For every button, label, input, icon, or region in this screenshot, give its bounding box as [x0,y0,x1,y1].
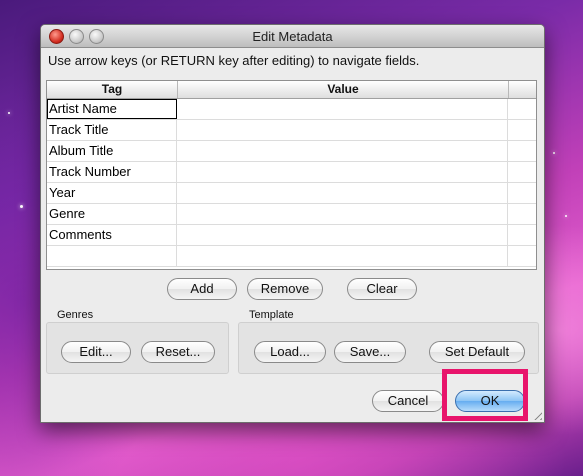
column-header-tag[interactable]: Tag [47,81,178,98]
value-cell[interactable] [177,204,508,224]
window-title: Edit Metadata [252,29,333,44]
edit-genres-button[interactable]: Edit... [61,341,131,363]
table-row[interactable]: Comments [47,225,536,246]
tag-cell[interactable] [47,246,177,266]
desktop-star [553,152,555,154]
table-body: Artist Name Track Title Album Title Trac… [47,99,536,267]
header-spacer [509,81,536,98]
desktop-star [565,215,567,217]
set-default-template-button[interactable]: Set Default [429,341,525,363]
value-cell[interactable] [177,99,508,119]
remove-button[interactable]: Remove [247,278,323,300]
edit-metadata-window: Edit Metadata Use arrow keys (or RETURN … [40,24,545,423]
tag-cell[interactable]: Genre [47,204,177,224]
metadata-table: Tag Value Artist Name Track Title Album … [46,80,537,270]
table-row[interactable]: Album Title [47,141,536,162]
desktop-star [8,112,10,114]
desktop-star [20,205,23,208]
tag-cell[interactable]: Album Title [47,141,177,161]
template-group-label: Template [249,309,294,321]
table-row[interactable]: Year [47,183,536,204]
add-button[interactable]: Add [167,278,237,300]
column-header-value[interactable]: Value [178,81,509,98]
save-template-button[interactable]: Save... [334,341,406,363]
ok-button-highlight [442,369,528,421]
table-row[interactable] [47,246,536,267]
cancel-button[interactable]: Cancel [372,390,444,412]
value-cell[interactable] [177,225,508,245]
resize-grip[interactable] [531,409,542,420]
genres-group-label: Genres [57,309,94,321]
table-row[interactable]: Genre [47,204,536,225]
value-cell[interactable] [177,141,508,161]
table-row[interactable]: Track Title [47,120,536,141]
title-bar[interactable]: Edit Metadata [41,25,544,48]
value-cell[interactable] [177,120,508,140]
value-cell[interactable] [177,183,508,203]
tag-cell[interactable]: Track Number [47,162,177,182]
reset-genres-button[interactable]: Reset... [141,341,215,363]
value-cell[interactable] [177,162,508,182]
tag-cell[interactable]: Year [47,183,177,203]
instruction-text: Use arrow keys (or RETURN key after edit… [48,53,420,68]
value-cell[interactable] [177,246,508,266]
tag-cell[interactable]: Track Title [47,120,177,140]
load-template-button[interactable]: Load... [254,341,326,363]
tag-cell[interactable]: Comments [47,225,177,245]
table-header: Tag Value [47,81,536,99]
tag-cell[interactable]: Artist Name [47,99,177,119]
table-row[interactable]: Artist Name [47,99,536,120]
table-row[interactable]: Track Number [47,162,536,183]
clear-button[interactable]: Clear [347,278,417,300]
